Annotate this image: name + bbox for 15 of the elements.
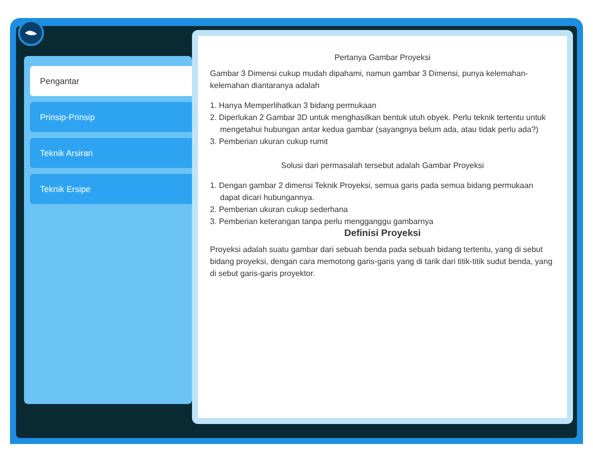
list-item: 3. Pemberian keterangan tanpa perlu mengganggu gambarnya xyxy=(210,216,434,228)
sidebar-item[interactable]: Teknik Ersipe xyxy=(30,174,192,204)
sidebar-item[interactable]: Prinsip-Prinsip xyxy=(30,102,192,132)
paragraph: Gambar 3 Dimensi cukup mudah dipahami, namun gambar 3 Dimensi, punya kelemahan-kelemahan diantaranya adalah xyxy=(210,68,529,92)
list-item: 1. Hanya Memperlihatkan 3 bidang permukaan xyxy=(210,100,378,112)
list-item: 3. Pemberian ukuran cukup rumit xyxy=(210,136,329,148)
section-title: Solusi dari permasalah tersebut adalah Gambar Proyeksi xyxy=(280,160,485,172)
sidebar-item[interactable]: Teknik Arsiran xyxy=(30,138,192,168)
list-item: 2. Pemberian ukuran cukup sederhana xyxy=(210,204,349,216)
paragraph: Proyeksi adalah suatu gambar dari sebuah benda pada sebuah bidang tertentu, yang di sebut bidang proyeksi, dengan cara memotong garis-garis yang di tarik dari titik-titik sudut benda, yang di sebut garis-garis proyektor. xyxy=(210,244,554,280)
sidebar-item[interactable]: Pengantar xyxy=(30,66,192,96)
list-item: 2. Diperlukan 2 Gambar 3D untuk menghasilkan bentuk utuh obyek. Perlu teknik tertentu untuk mengetahui hubungan antar kedua gambar (sayangnya belum ada, atau tidak perlu ada?) xyxy=(210,112,547,136)
section-heading: Definisi Proyeksi xyxy=(343,228,422,240)
list-item: 1. Dengan gambar 2 dimensi Teknik Proyeksi, semua garis pada semua bidang permukaan dapat dicari hubungannya. xyxy=(210,180,534,204)
section-title: Pertanya Gambar Proyeksi xyxy=(333,52,432,64)
